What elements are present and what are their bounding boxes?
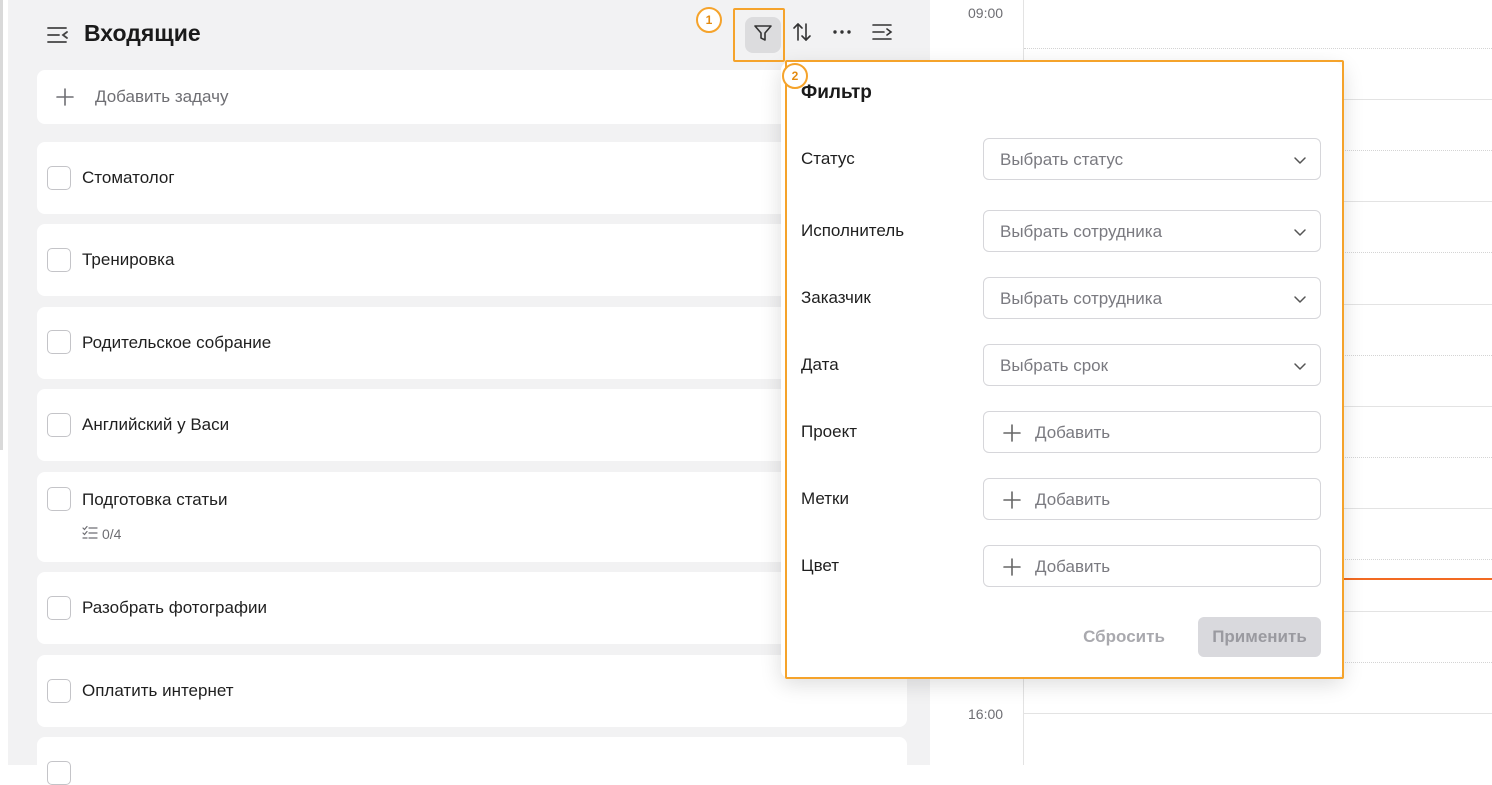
hour-line — [1024, 713, 1492, 714]
task-title: Подготовка статьи — [82, 490, 228, 509]
customer-select-value: Выбрать сотрудника — [1000, 289, 1163, 308]
chevron-down-icon — [1292, 224, 1308, 240]
add-color-label: Добавить — [1035, 557, 1111, 576]
plus-icon — [1002, 423, 1022, 443]
reset-button[interactable]: Сбросить — [1071, 618, 1177, 656]
task-card[interactable]: Подготовка статьи 0/4 — [37, 472, 907, 562]
assignee-select[interactable]: Выбрать сотрудника — [983, 210, 1321, 252]
task-title: Разобрать фотографии — [82, 598, 267, 617]
add-color-button[interactable]: Добавить — [983, 545, 1321, 587]
task-checkbox[interactable] — [47, 487, 71, 511]
task-checkbox[interactable] — [47, 248, 71, 272]
task-card[interactable]: Английский у Васи — [37, 389, 907, 461]
task-title: Английский у Васи — [82, 415, 230, 434]
task-checkbox[interactable] — [47, 596, 71, 620]
filter-label-date: Дата — [801, 355, 839, 374]
add-project-button[interactable]: Добавить — [983, 411, 1321, 453]
chevron-down-icon — [1292, 358, 1308, 374]
more-horizontal-icon — [831, 21, 853, 48]
sort-button[interactable] — [784, 16, 820, 52]
window-edge — [0, 0, 3, 450]
assignee-select-value: Выбрать сотрудника — [1000, 222, 1163, 241]
task-title: Оплатить интернет — [82, 681, 234, 700]
filter-label-tags: Метки — [801, 489, 849, 508]
task-checkbox[interactable] — [47, 413, 71, 437]
task-card[interactable]: Родительское собрание — [37, 307, 907, 379]
add-task-row[interactable]: Добавить задачу — [37, 70, 907, 124]
collapse-panel-button[interactable] — [864, 16, 900, 52]
task-checkbox[interactable] — [47, 679, 71, 703]
date-select-value: Выбрать срок — [1000, 356, 1109, 375]
apply-button[interactable]: Применить — [1198, 617, 1321, 657]
add-tags-button[interactable]: Добавить — [983, 478, 1321, 520]
hour-label: 16:00 — [968, 706, 1004, 722]
filter-title: Фильтр — [801, 82, 872, 103]
add-task-label: Добавить задачу — [95, 87, 229, 106]
task-card[interactable]: Стоматолог — [37, 142, 907, 214]
filter-button[interactable] — [745, 17, 781, 53]
date-select[interactable]: Выбрать срок — [983, 344, 1321, 386]
task-checkbox[interactable] — [47, 166, 71, 190]
add-project-label: Добавить — [1035, 423, 1111, 442]
chevron-down-icon — [1292, 152, 1308, 168]
subtask-count: 0/4 — [102, 525, 122, 542]
filter-label-project: Проект — [801, 422, 857, 441]
more-button[interactable] — [824, 16, 860, 52]
funnel-icon — [753, 23, 773, 48]
task-title: Родительское собрание — [82, 333, 272, 352]
add-tags-label: Добавить — [1035, 490, 1111, 509]
menu-toggle-icon[interactable] — [46, 24, 70, 46]
checklist-icon — [82, 525, 98, 542]
plus-icon — [1002, 490, 1022, 510]
sort-arrows-icon — [791, 21, 813, 48]
filter-popover: Фильтр Статус Выбрать статус Исполнитель… — [781, 62, 1343, 678]
half-hour-line — [1024, 48, 1492, 49]
filter-label-customer: Заказчик — [801, 288, 871, 307]
filter-label-status: Статус — [801, 149, 855, 168]
page-title: Входящие — [84, 20, 201, 46]
plus-icon — [55, 87, 75, 107]
filter-label-color: Цвет — [801, 556, 840, 575]
filter-label-assignee: Исполнитель — [801, 221, 905, 240]
step-marker-1: 1 — [696, 7, 722, 33]
hour-label: 09:00 — [968, 5, 1004, 21]
task-checkbox[interactable] — [47, 330, 71, 354]
plus-icon — [1002, 557, 1022, 577]
list-expand-icon — [871, 21, 893, 48]
task-card[interactable] — [37, 737, 907, 785]
chevron-down-icon — [1292, 291, 1308, 307]
task-title: Стоматолог — [82, 168, 175, 187]
task-title: Тренировка — [82, 250, 175, 269]
status-select[interactable]: Выбрать статус — [983, 138, 1321, 180]
header: Входящие — [8, 0, 930, 68]
status-select-value: Выбрать статус — [1000, 150, 1124, 169]
task-card[interactable]: Тренировка — [37, 224, 907, 296]
task-card[interactable]: Разобрать фотографии — [37, 572, 907, 644]
subtask-counter: 0/4 — [82, 525, 121, 542]
step-marker-2: 2 — [782, 63, 808, 89]
customer-select[interactable]: Выбрать сотрудника — [983, 277, 1321, 319]
task-card[interactable]: Оплатить интернет — [37, 655, 907, 727]
